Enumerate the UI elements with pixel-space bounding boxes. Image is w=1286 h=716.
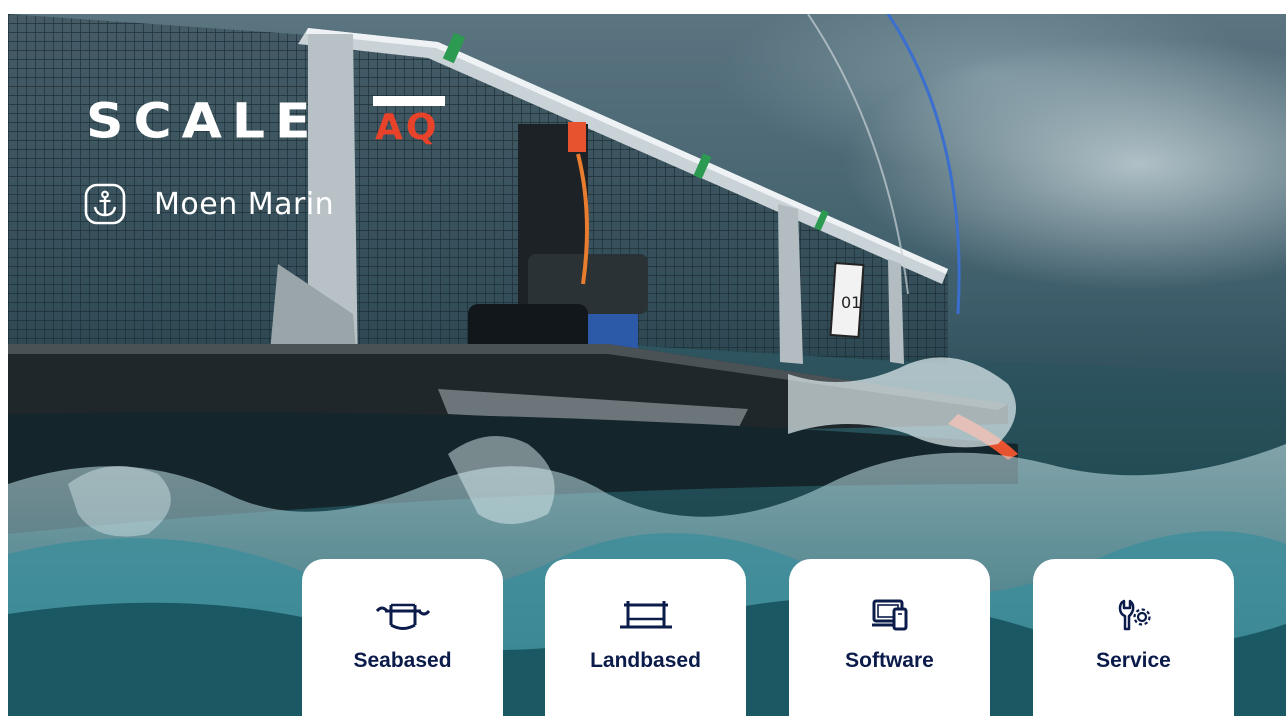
card-label: Seabased	[353, 649, 452, 672]
moen-marin-brand[interactable]: Moen Marin	[84, 182, 334, 226]
card-seabased[interactable]: Seabased	[302, 559, 503, 716]
anchor-icon	[84, 183, 126, 225]
card-label: Landbased	[590, 649, 701, 672]
card-service[interactable]: Service	[1033, 559, 1234, 716]
wrench-gear-icon	[1104, 597, 1164, 633]
pen-number-sign: 01	[841, 293, 861, 312]
card-landbased[interactable]: Landbased	[545, 559, 746, 716]
scale-aq-logo[interactable]: SCALE AQ	[86, 94, 445, 150]
land-tank-icon	[616, 597, 676, 633]
sea-cage-icon	[373, 597, 433, 633]
card-label: Software	[845, 649, 934, 672]
devices-icon	[860, 597, 920, 633]
logo-wordmark: SCALE	[86, 94, 321, 150]
card-label: Service	[1096, 649, 1171, 672]
card-software[interactable]: Software	[789, 559, 990, 716]
logo-aq-text: AQ	[375, 107, 440, 148]
logo-aq-mark: AQ	[373, 96, 445, 148]
company-name: Moen Marin	[154, 186, 335, 222]
